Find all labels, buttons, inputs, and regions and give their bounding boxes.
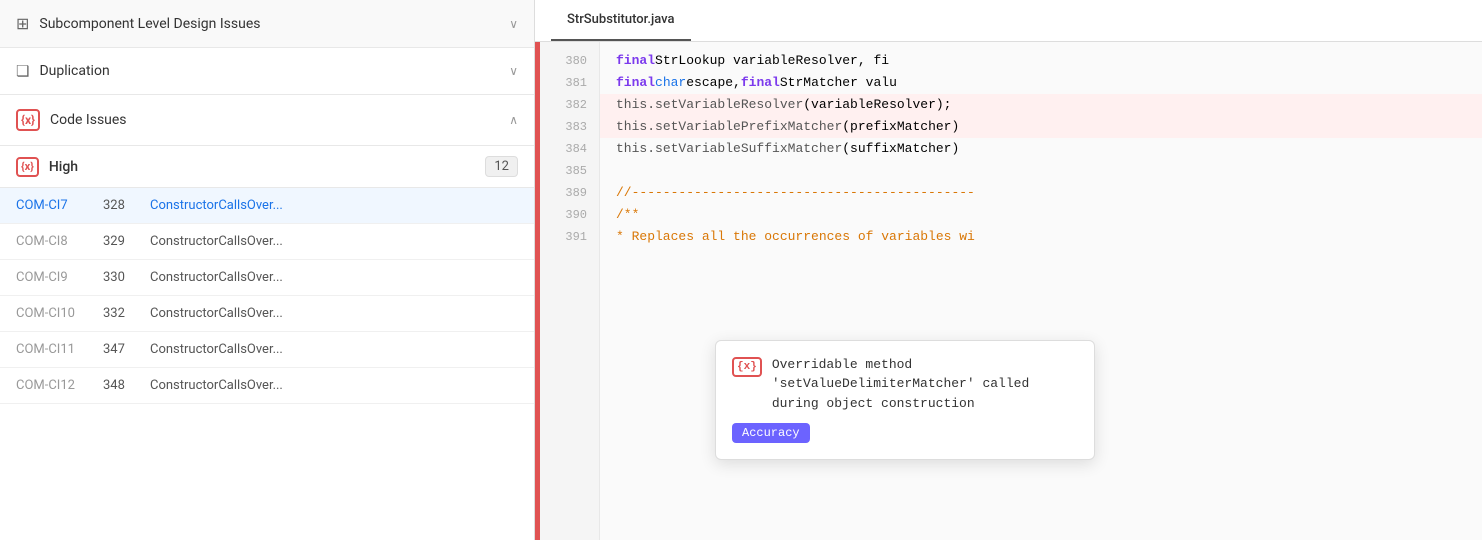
issue-line: 347 xyxy=(103,342,138,357)
issue-name: ConstructorCallsOver... xyxy=(150,306,518,321)
code-issues-left: {x} Code Issues xyxy=(16,109,127,131)
issue-name: ConstructorCallsOver... xyxy=(150,234,518,249)
line-number: 382{x}1 xyxy=(540,94,599,116)
issue-line: 330 xyxy=(103,270,138,285)
code-line: * Replaces all the occurrences of variab… xyxy=(616,226,1466,248)
tooltip-icon: {x} xyxy=(732,357,762,377)
code-issues-section-header[interactable]: {x} Code Issues ∧ xyxy=(0,95,534,146)
issue-row[interactable]: COM-CI7 328 ConstructorCallsOver... xyxy=(0,188,534,224)
line-number: 380 xyxy=(540,50,599,72)
duplication-title: Duplication xyxy=(39,63,109,79)
subcomponent-title: Subcomponent Level Design Issues xyxy=(39,16,260,32)
duplication-section-left: ❏ Duplication xyxy=(16,62,110,80)
issue-line: 348 xyxy=(103,378,138,393)
issue-name: ConstructorCallsOver... xyxy=(150,198,518,213)
issue-row[interactable]: COM-CI11 347 ConstructorCallsOver... xyxy=(0,332,534,368)
subcomponent-section-header[interactable]: ⊞ Subcomponent Level Design Issues ∨ xyxy=(0,0,534,48)
right-panel: StrSubstitutor.java 380381382{x}1383{x}1… xyxy=(535,0,1482,540)
issue-id: COM-CI10 xyxy=(16,306,91,321)
issue-row[interactable]: COM-CI10 332 ConstructorCallsOver... xyxy=(0,296,534,332)
code-lines: final StrLookup variableResolver, fi fin… xyxy=(600,42,1482,540)
code-line: final char escape, final StrMatcher valu xyxy=(616,72,1466,94)
line-numbers: 380381382{x}1383{x}1384{x}1385389{x}1390… xyxy=(540,42,600,540)
issue-line: 328 xyxy=(103,198,138,213)
issue-tooltip: {x} Overridable method 'setValueDelimite… xyxy=(715,340,1095,461)
issue-id: COM-CI11 xyxy=(16,342,91,357)
code-line: this.setVariableSuffixMatcher(suffixMatc… xyxy=(616,138,1466,160)
duplication-chevron: ∨ xyxy=(509,64,518,78)
code-line: /** xyxy=(616,204,1466,226)
issue-line: 329 xyxy=(103,234,138,249)
issue-id: COM-CI7 xyxy=(16,198,91,213)
code-issues-icon: {x} xyxy=(16,109,40,131)
accuracy-badge: Accuracy xyxy=(732,423,810,443)
line-number: 385 xyxy=(540,160,599,182)
left-panel: ⊞ Subcomponent Level Design Issues ∨ ❏ D… xyxy=(0,0,535,540)
code-line: this.setVariableResolver(variableResolve… xyxy=(600,94,1482,116)
line-number: 391 xyxy=(540,226,599,248)
high-severity-row: {x} High 12 xyxy=(0,146,534,188)
subcomponent-icon: ⊞ xyxy=(16,14,29,33)
line-number: 384{x}1 xyxy=(540,138,599,160)
issue-id: COM-CI9 xyxy=(16,270,91,285)
code-line: this.setVariablePrefixMatcher(prefixMatc… xyxy=(600,116,1482,138)
line-number: 389{x}1 xyxy=(540,182,599,204)
issue-line: 332 xyxy=(103,306,138,321)
code-issues-title: Code Issues xyxy=(50,112,127,128)
issue-id: COM-CI12 xyxy=(16,378,91,393)
issue-row[interactable]: COM-CI12 348 ConstructorCallsOver... xyxy=(0,368,534,404)
issue-list: COM-CI7328ConstructorCallsOver...COM-CI8… xyxy=(0,188,534,540)
file-tab[interactable]: StrSubstitutor.java xyxy=(551,0,691,41)
high-severity-icon: {x} xyxy=(16,157,39,177)
code-line: final StrLookup variableResolver, fi xyxy=(616,50,1466,72)
subcomponent-section-left: ⊞ Subcomponent Level Design Issues xyxy=(16,14,260,33)
code-line xyxy=(616,160,1466,182)
issue-row[interactable]: COM-CI9 330 ConstructorCallsOver... xyxy=(0,260,534,296)
code-issues-chevron: ∧ xyxy=(509,113,518,127)
code-line: //--------------------------------------… xyxy=(616,182,1466,204)
line-number: 383{x}1 xyxy=(540,116,599,138)
line-number: 381 xyxy=(540,72,599,94)
duplication-section-header[interactable]: ❏ Duplication ∨ xyxy=(0,48,534,95)
line-number: 390 xyxy=(540,204,599,226)
issue-row[interactable]: COM-CI8 329 ConstructorCallsOver... xyxy=(0,224,534,260)
subcomponent-chevron: ∨ xyxy=(509,17,518,31)
high-severity-label: High xyxy=(49,159,78,175)
high-severity-left: {x} High xyxy=(16,157,78,177)
duplication-icon: ❏ xyxy=(16,62,29,80)
issue-name: ConstructorCallsOver... xyxy=(150,378,518,393)
tab-bar: StrSubstitutor.java xyxy=(535,0,1482,42)
issue-id: COM-CI8 xyxy=(16,234,91,249)
issue-name: ConstructorCallsOver... xyxy=(150,270,518,285)
code-area: 380381382{x}1383{x}1384{x}1385389{x}1390… xyxy=(535,42,1482,540)
issue-name: ConstructorCallsOver... xyxy=(150,342,518,357)
tooltip-message: Overridable method 'setValueDelimiterMat… xyxy=(772,355,1078,414)
high-severity-count: 12 xyxy=(485,156,518,177)
tooltip-header: {x} Overridable method 'setValueDelimite… xyxy=(732,355,1078,414)
